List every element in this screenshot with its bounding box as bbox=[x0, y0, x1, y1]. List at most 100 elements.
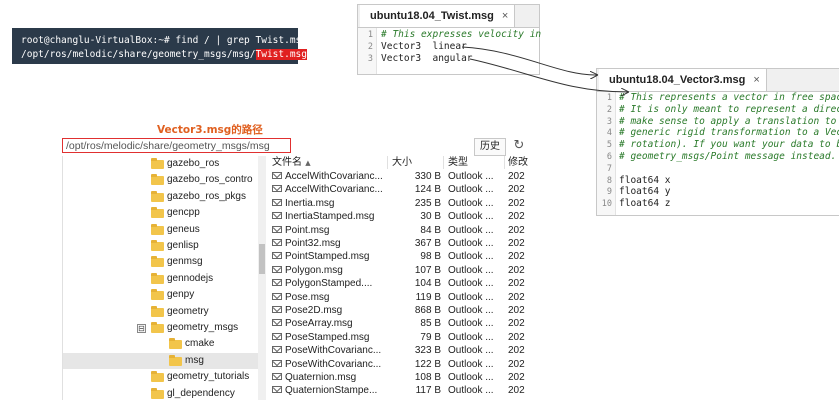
file-list: 文件名 ▲ 大小 类型 修改 AccelWithCovarianc... 330 … bbox=[268, 156, 529, 400]
folder-icon bbox=[151, 387, 164, 399]
file-row[interactable]: Quaternion.msg 108 B Outlook ... 202 bbox=[268, 371, 529, 384]
file-row[interactable]: PointStamped.msg 98 B Outlook ... 202 bbox=[268, 250, 529, 263]
column-header-modified[interactable]: 修改 bbox=[508, 156, 528, 169]
tree-item[interactable]: msg bbox=[63, 352, 259, 370]
file-row[interactable]: PoseArray.msg 85 B Outlook ... 202 bbox=[268, 317, 529, 330]
file-modified: 202 bbox=[508, 224, 525, 236]
file-name: AccelWithCovarianc... bbox=[285, 171, 383, 182]
file-modified: 202 bbox=[508, 171, 525, 182]
file-name: Polygon.msg bbox=[285, 264, 343, 276]
tree-item[interactable]: gazebo_ros_contro bbox=[63, 172, 259, 188]
file-modified: 202 bbox=[508, 211, 525, 223]
file-row[interactable]: Polygon.msg 107 B Outlook ... 202 bbox=[268, 264, 529, 277]
column-header-size[interactable]: 大小 bbox=[392, 156, 412, 169]
file-row[interactable]: InertiaStamped.msg 30 B Outlook ... 202 bbox=[268, 210, 529, 223]
tree-item[interactable]: gazebo_ros_pkgs bbox=[63, 189, 259, 205]
tree-item[interactable]: gennodejs bbox=[63, 271, 259, 287]
mail-file-icon bbox=[272, 386, 282, 394]
mail-file-icon bbox=[272, 252, 282, 260]
tree-item-label: geometry bbox=[167, 305, 209, 317]
tree-item-label: gazebo_ros_pkgs bbox=[167, 190, 246, 202]
file-name: Inertia.msg bbox=[285, 197, 335, 209]
file-row[interactable]: Pose2D.msg 868 B Outlook ... 202 bbox=[268, 304, 529, 317]
file-size: 122 B bbox=[414, 358, 441, 370]
mail-file-icon bbox=[272, 212, 282, 220]
tree-item[interactable]: genlisp bbox=[63, 238, 259, 254]
refresh-icon[interactable]: ↻ bbox=[512, 139, 526, 153]
file-row[interactable]: Point.msg 84 B Outlook ... 202 bbox=[268, 224, 529, 237]
folder-icon bbox=[151, 322, 164, 333]
file-size: 107 B bbox=[414, 264, 441, 276]
file-row[interactable]: PolygonStamped.... 104 B Outlook ... 202 bbox=[268, 277, 529, 290]
folder-icon bbox=[151, 240, 164, 251]
file-row[interactable]: PoseWithCovarianc... 323 B Outlook ... 202 bbox=[268, 344, 529, 357]
tree-item[interactable]: ⊟ geometry_msgs bbox=[63, 320, 259, 336]
file-modified: 202 bbox=[508, 238, 525, 249]
file-modified: 202 bbox=[508, 305, 525, 316]
tree-item-label: geneus bbox=[167, 223, 200, 235]
mail-file-icon bbox=[272, 198, 282, 206]
file-size: 104 B bbox=[414, 278, 441, 290]
tree-item[interactable]: geometry_tutorials bbox=[63, 369, 259, 385]
file-row[interactable]: AccelWithCovarianc... 124 B Outlook ... 202 bbox=[268, 183, 529, 196]
file-row[interactable]: Pose.msg 119 B Outlook ... 202 bbox=[268, 291, 529, 304]
file-modified: 202 bbox=[508, 291, 525, 303]
file-name: PoseStamped.msg bbox=[285, 331, 370, 343]
tree-item[interactable]: cmake bbox=[63, 336, 259, 352]
column-divider[interactable] bbox=[443, 156, 444, 169]
file-row[interactable]: PoseStamped.msg 79 B Outlook ... 202 bbox=[268, 331, 529, 344]
tree-scrollbar-thumb[interactable] bbox=[259, 244, 265, 274]
file-modified: 202 bbox=[508, 251, 525, 263]
folder-icon bbox=[151, 207, 164, 219]
address-bar[interactable]: /opt/ros/melodic/share/geometry_msgs/msg bbox=[62, 138, 291, 153]
tree-item-label: genlisp bbox=[167, 240, 199, 251]
file-type: Outlook ... bbox=[448, 251, 494, 263]
tree-item[interactable]: gl_dependency bbox=[63, 386, 259, 400]
tree-item[interactable]: gencpp bbox=[63, 205, 259, 221]
file-type: Outlook ... bbox=[448, 171, 494, 182]
mail-file-icon bbox=[272, 346, 282, 354]
file-type: Outlook ... bbox=[448, 305, 494, 316]
folder-icon bbox=[151, 223, 164, 235]
file-size: 30 B bbox=[420, 211, 441, 223]
tree-item[interactable]: geneus bbox=[63, 222, 259, 238]
tree-item[interactable]: geometry bbox=[63, 304, 259, 320]
mail-file-icon bbox=[272, 172, 282, 179]
mail-file-icon bbox=[272, 359, 282, 367]
file-row[interactable]: Inertia.msg 235 B Outlook ... 202 bbox=[268, 197, 529, 210]
mail-file-icon bbox=[272, 265, 282, 273]
sort-ascending-icon: ▲ bbox=[305, 159, 311, 167]
file-name: PointStamped.msg bbox=[285, 251, 370, 263]
column-header-type[interactable]: 类型 bbox=[448, 156, 468, 169]
mail-file-icon bbox=[272, 239, 282, 246]
history-button[interactable]: 历史 bbox=[474, 138, 506, 156]
file-size: 124 B bbox=[414, 184, 441, 196]
file-row[interactable]: QuaternionStampe... 117 B Outlook ... 202 bbox=[268, 384, 529, 397]
file-size: 868 B bbox=[414, 305, 441, 316]
tree-item-label: gennodejs bbox=[167, 272, 214, 284]
file-name: Point.msg bbox=[285, 224, 330, 236]
file-name: PolygonStamped.... bbox=[285, 278, 373, 290]
file-row[interactable]: Point32.msg 367 B Outlook ... 202 bbox=[268, 237, 529, 250]
file-type: Outlook ... bbox=[448, 264, 494, 276]
file-type: Outlook ... bbox=[448, 318, 494, 330]
tree-item[interactable]: genpy bbox=[63, 287, 259, 303]
folder-icon bbox=[151, 371, 164, 383]
file-row[interactable]: PoseWithCovarianc... 122 B Outlook ... 202 bbox=[268, 358, 529, 371]
tree-item-label: gazebo_ros_contro bbox=[167, 174, 253, 186]
tree-item[interactable]: gazebo_ros bbox=[63, 156, 259, 172]
file-type: Outlook ... bbox=[448, 224, 494, 236]
column-divider[interactable] bbox=[504, 156, 505, 169]
collapse-icon[interactable]: ⊟ bbox=[137, 324, 146, 333]
column-header-name[interactable]: 文件名 ▲ bbox=[272, 156, 311, 169]
tree-item[interactable]: genmsg bbox=[63, 254, 259, 270]
tree-scrollbar[interactable] bbox=[258, 156, 266, 400]
column-divider[interactable] bbox=[387, 156, 388, 169]
file-row[interactable]: AccelWithCovarianc... 330 B Outlook ... 202 bbox=[268, 170, 529, 183]
path-caption: Vector3.msg的路径 bbox=[157, 124, 263, 136]
file-modified: 202 bbox=[508, 358, 525, 370]
file-size: 367 B bbox=[414, 238, 441, 249]
file-name: Point32.msg bbox=[285, 238, 341, 249]
tree-item-label: gl_dependency bbox=[167, 387, 235, 399]
tree-item-label: gencpp bbox=[167, 207, 200, 219]
